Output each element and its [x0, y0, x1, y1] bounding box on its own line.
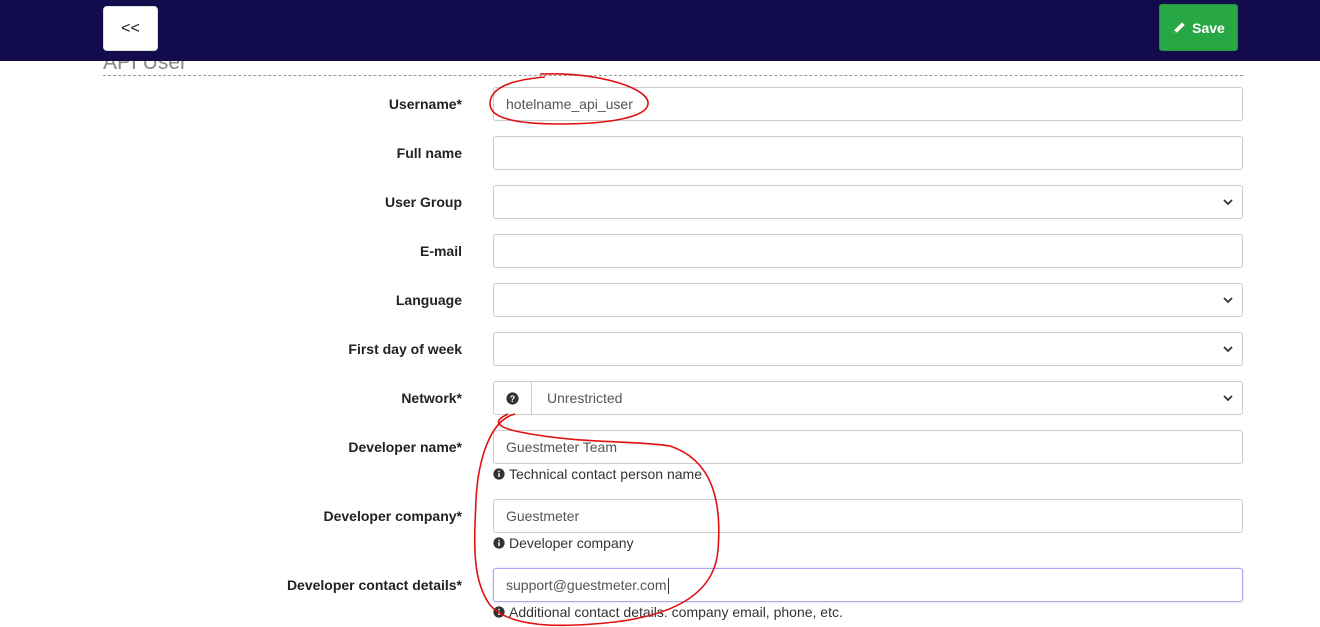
email-input[interactable]: [493, 234, 1243, 268]
developer-company-hint: Developer company: [493, 535, 634, 551]
back-button[interactable]: <<: [103, 6, 158, 51]
save-button-label: Save: [1192, 19, 1225, 36]
chevron-down-icon: [1223, 297, 1233, 304]
network-help-button[interactable]: ?: [494, 382, 532, 414]
developer-name-input[interactable]: Guestmeter Team: [493, 430, 1243, 464]
save-button[interactable]: Save: [1159, 4, 1238, 51]
section-divider: [103, 75, 1243, 76]
full-name-label: Full name: [396, 145, 462, 161]
pencil-icon: [1173, 21, 1185, 33]
email-label: E-mail: [419, 243, 462, 259]
developer-company-label: Developer company*: [323, 508, 463, 524]
svg-text:?: ?: [510, 393, 515, 403]
developer-contact-hint: Additional contact details: company emai…: [493, 604, 843, 620]
network-select[interactable]: ? Unrestricted: [493, 381, 1243, 415]
chevron-down-icon: [1223, 199, 1233, 206]
developer-name-hint: Technical contact person name: [493, 466, 702, 482]
question-circle-icon: ?: [506, 391, 519, 405]
first-day-label: First day of week: [348, 341, 462, 357]
developer-name-hint-text: Technical contact person name: [509, 466, 702, 482]
info-circle-icon: [493, 537, 505, 549]
text-caret: [667, 578, 669, 595]
developer-contact-input[interactable]: support@guestmeter.com: [493, 568, 1243, 602]
network-label: Network*: [401, 390, 462, 406]
user-group-select[interactable]: [493, 185, 1243, 219]
developer-contact-label: Developer contact details*: [286, 577, 462, 593]
developer-contact-value: support@guestmeter.com: [506, 577, 667, 593]
chevron-down-icon: [1223, 346, 1233, 353]
top-bar: << Save: [0, 0, 1320, 61]
info-circle-icon: [493, 468, 505, 480]
language-label: Language: [395, 292, 462, 308]
user-group-label: User Group: [384, 194, 462, 210]
developer-company-input[interactable]: Guestmeter: [493, 499, 1243, 533]
network-value: Unrestricted: [547, 390, 623, 406]
developer-company-hint-text: Developer company: [509, 535, 634, 551]
username-label: Username*: [388, 96, 462, 112]
developer-name-label: Developer name*: [348, 439, 462, 455]
language-select[interactable]: [493, 283, 1243, 317]
info-circle-icon: [493, 606, 505, 618]
chevron-down-icon: [1223, 395, 1233, 402]
developer-contact-hint-text: Additional contact details: company emai…: [509, 604, 843, 620]
full-name-input[interactable]: [493, 136, 1243, 170]
username-input[interactable]: hotelname_api_user: [493, 87, 1243, 121]
first-day-select[interactable]: [493, 332, 1243, 366]
